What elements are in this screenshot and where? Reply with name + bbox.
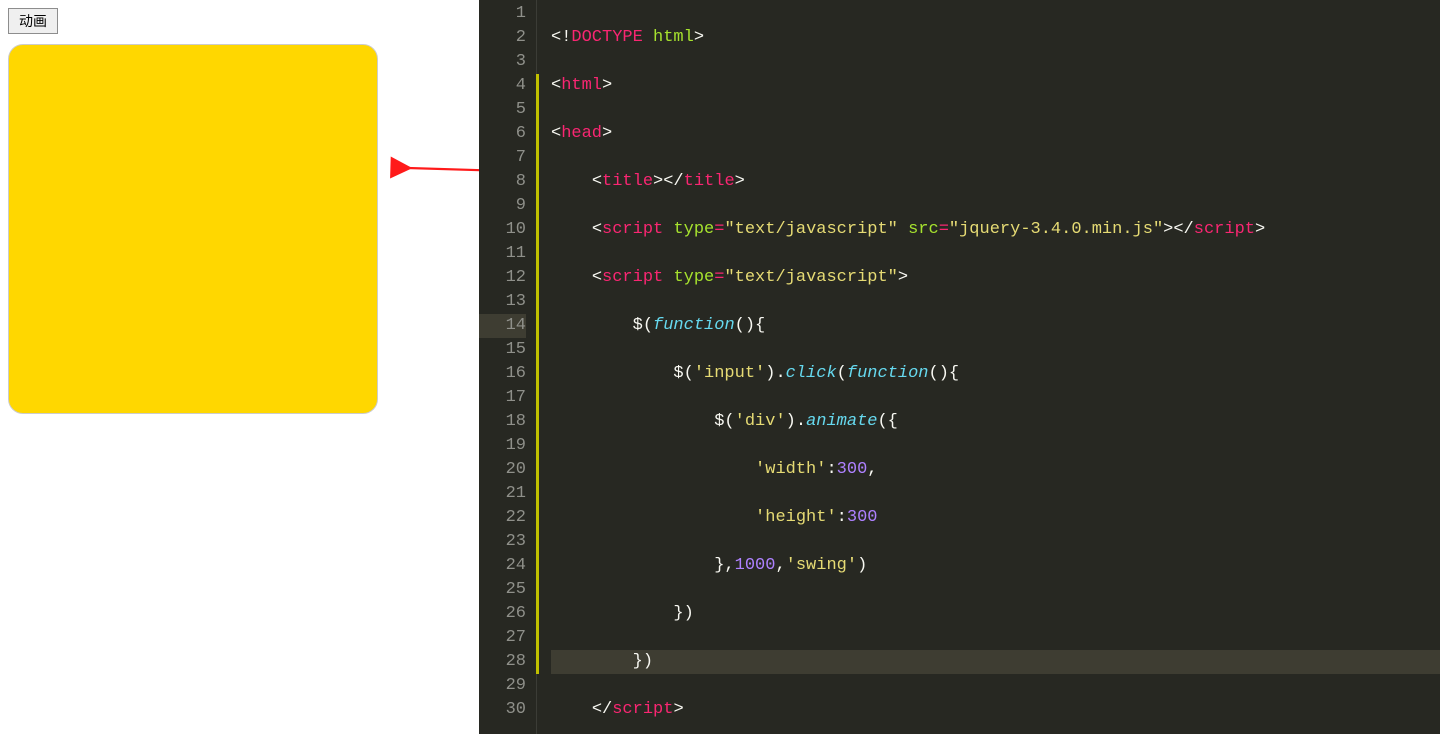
- code-content[interactable]: <!DOCTYPE html> <html> <head> <title></t…: [537, 0, 1440, 734]
- animated-div: [8, 44, 378, 414]
- animate-button[interactable]: 动画: [8, 8, 58, 34]
- browser-preview-pane: 动画: [0, 0, 479, 734]
- line-number-gutter: 12345 678910 1112131415 1617181920 21222…: [479, 0, 537, 734]
- code-editor[interactable]: 12345 678910 1112131415 1617181920 21222…: [479, 0, 1440, 734]
